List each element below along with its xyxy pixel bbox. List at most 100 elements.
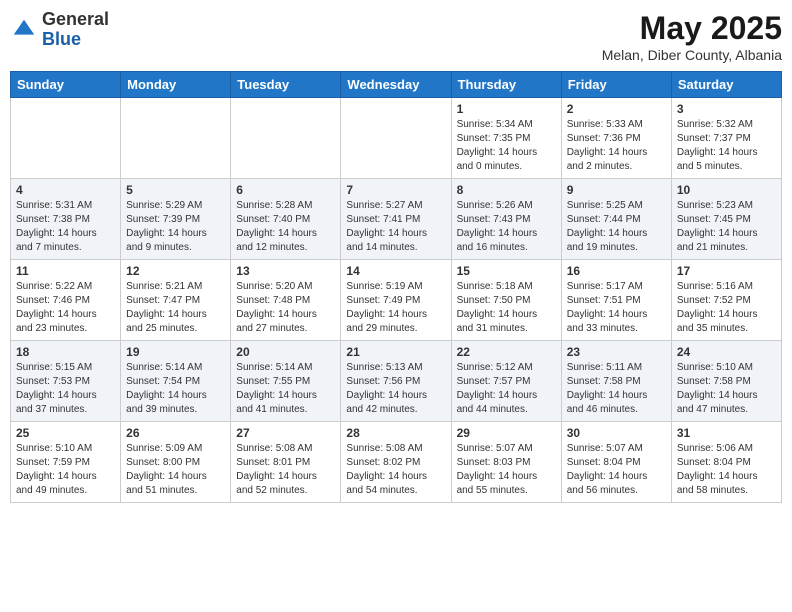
day-number: 18 [16,345,115,359]
day-info: Sunrise: 5:06 AM Sunset: 8:04 PM Dayligh… [677,442,776,498]
calendar-header-row: SundayMondayTuesdayWednesdayThursdayFrid… [11,72,782,98]
day-info: Sunrise: 5:13 AM Sunset: 7:56 PM Dayligh… [346,361,445,417]
logo-icon [10,16,38,44]
calendar-cell: 26 Sunrise: 5:09 AM Sunset: 8:00 PM Dayli… [121,422,231,503]
day-number: 17 [677,264,776,278]
day-info: Sunrise: 5:19 AM Sunset: 7:49 PM Dayligh… [346,280,445,336]
day-info: Sunrise: 5:08 AM Sunset: 8:01 PM Dayligh… [236,442,335,498]
location-subtitle: Melan, Diber County, Albania [602,47,782,63]
calendar-cell: 8Sunrise: 5:26 AM Sunset: 7:43 PM Daylig… [451,179,561,260]
day-number: 31 [677,426,776,440]
logo: General Blue [10,10,109,50]
title-block: May 2025 Melan, Diber County, Albania [602,10,782,63]
day-header-sunday: Sunday [11,72,121,98]
day-number: 26 [126,426,225,440]
calendar-cell [11,98,121,179]
calendar-cell: 17 Sunrise: 5:16 AM Sunset: 7:52 PM Dayli… [671,260,781,341]
day-number: 20 [236,345,335,359]
day-number: 6 [236,183,335,197]
calendar-week-5: 25 Sunrise: 5:10 AM Sunset: 7:59 PM Dayli… [11,422,782,503]
day-number: 15 [457,264,556,278]
day-number: 2 [567,102,666,116]
day-info: Sunrise: 5:08 AM Sunset: 8:02 PM Dayligh… [346,442,445,498]
calendar-cell: 10 Sunrise: 5:23 AM Sunset: 7:45 PM Dayli… [671,179,781,260]
day-info: Sunrise: 5:31 AM Sunset: 7:38 PM Dayligh… [16,199,115,255]
day-info: Sunrise: 5:07 AM Sunset: 8:04 PM Dayligh… [567,442,666,498]
calendar-week-2: 4 Sunrise: 5:31 AM Sunset: 7:38 PM Daylig… [11,179,782,260]
day-number: 9 [567,183,666,197]
logo-text: General Blue [42,10,109,50]
day-number: 5 [126,183,225,197]
day-number: 3 [677,102,776,116]
calendar-cell: 15 Sunrise: 5:18 AM Sunset: 7:50 PM Dayli… [451,260,561,341]
day-number: 24 [677,345,776,359]
day-info: Sunrise: 5:16 AM Sunset: 7:52 PM Dayligh… [677,280,776,336]
day-number: 12 [126,264,225,278]
day-info: Sunrise: 5:18 AM Sunset: 7:50 PM Dayligh… [457,280,556,336]
day-header-saturday: Saturday [671,72,781,98]
calendar-cell: 12Sunrise: 5:21 AM Sunset: 7:47 PM Dayli… [121,260,231,341]
calendar-cell: 13Sunrise: 5:20 AM Sunset: 7:48 PM Dayli… [231,260,341,341]
calendar-cell: 2 Sunrise: 5:33 AM Sunset: 7:36 PM Daylig… [561,98,671,179]
day-number: 25 [16,426,115,440]
calendar-cell: 30Sunrise: 5:07 AM Sunset: 8:04 PM Dayli… [561,422,671,503]
calendar-week-1: 1Sunrise: 5:34 AM Sunset: 7:35 PM Daylig… [11,98,782,179]
calendar-cell: 19 Sunrise: 5:14 AM Sunset: 7:54 PM Dayli… [121,341,231,422]
calendar-cell: 7Sunrise: 5:27 AM Sunset: 7:41 PM Daylig… [341,179,451,260]
calendar-table: SundayMondayTuesdayWednesdayThursdayFrid… [10,71,782,503]
day-info: Sunrise: 5:15 AM Sunset: 7:53 PM Dayligh… [16,361,115,417]
day-number: 4 [16,183,115,197]
calendar-cell: 16Sunrise: 5:17 AM Sunset: 7:51 PM Dayli… [561,260,671,341]
day-info: Sunrise: 5:14 AM Sunset: 7:55 PM Dayligh… [236,361,335,417]
calendar-cell: 5 Sunrise: 5:29 AM Sunset: 7:39 PM Daylig… [121,179,231,260]
day-info: Sunrise: 5:14 AM Sunset: 7:54 PM Dayligh… [126,361,225,417]
day-number: 14 [346,264,445,278]
day-info: Sunrise: 5:09 AM Sunset: 8:00 PM Dayligh… [126,442,225,498]
day-info: Sunrise: 5:25 AM Sunset: 7:44 PM Dayligh… [567,199,666,255]
day-info: Sunrise: 5:28 AM Sunset: 7:40 PM Dayligh… [236,199,335,255]
calendar-cell: 3 Sunrise: 5:32 AM Sunset: 7:37 PM Daylig… [671,98,781,179]
calendar-cell: 27 Sunrise: 5:08 AM Sunset: 8:01 PM Dayli… [231,422,341,503]
calendar-cell: 11 Sunrise: 5:22 AM Sunset: 7:46 PM Dayli… [11,260,121,341]
day-number: 10 [677,183,776,197]
day-info: Sunrise: 5:26 AM Sunset: 7:43 PM Dayligh… [457,199,556,255]
calendar-cell: 1Sunrise: 5:34 AM Sunset: 7:35 PM Daylig… [451,98,561,179]
day-number: 27 [236,426,335,440]
day-number: 16 [567,264,666,278]
calendar-cell: 22Sunrise: 5:12 AM Sunset: 7:57 PM Dayli… [451,341,561,422]
day-info: Sunrise: 5:33 AM Sunset: 7:36 PM Dayligh… [567,118,666,174]
day-header-monday: Monday [121,72,231,98]
day-info: Sunrise: 5:10 AM Sunset: 7:59 PM Dayligh… [16,442,115,498]
day-number: 11 [16,264,115,278]
day-number: 7 [346,183,445,197]
calendar-cell: 4 Sunrise: 5:31 AM Sunset: 7:38 PM Daylig… [11,179,121,260]
calendar-cell: 18 Sunrise: 5:15 AM Sunset: 7:53 PM Dayli… [11,341,121,422]
day-header-thursday: Thursday [451,72,561,98]
day-info: Sunrise: 5:29 AM Sunset: 7:39 PM Dayligh… [126,199,225,255]
calendar-cell: 28 Sunrise: 5:08 AM Sunset: 8:02 PM Dayli… [341,422,451,503]
day-number: 19 [126,345,225,359]
day-info: Sunrise: 5:32 AM Sunset: 7:37 PM Dayligh… [677,118,776,174]
calendar-cell: 25 Sunrise: 5:10 AM Sunset: 7:59 PM Dayli… [11,422,121,503]
day-info: Sunrise: 5:23 AM Sunset: 7:45 PM Dayligh… [677,199,776,255]
day-number: 22 [457,345,556,359]
day-number: 21 [346,345,445,359]
page-header: General Blue May 2025 Melan, Diber Count… [10,10,782,63]
calendar-cell: 9 Sunrise: 5:25 AM Sunset: 7:44 PM Daylig… [561,179,671,260]
day-number: 1 [457,102,556,116]
calendar-cell [231,98,341,179]
day-number: 28 [346,426,445,440]
day-number: 13 [236,264,335,278]
day-number: 23 [567,345,666,359]
day-number: 29 [457,426,556,440]
calendar-cell: 6 Sunrise: 5:28 AM Sunset: 7:40 PM Daylig… [231,179,341,260]
calendar-cell: 24Sunrise: 5:10 AM Sunset: 7:58 PM Dayli… [671,341,781,422]
calendar-cell: 21 Sunrise: 5:13 AM Sunset: 7:56 PM Dayli… [341,341,451,422]
calendar-cell: 29Sunrise: 5:07 AM Sunset: 8:03 PM Dayli… [451,422,561,503]
day-info: Sunrise: 5:22 AM Sunset: 7:46 PM Dayligh… [16,280,115,336]
calendar-cell: 14 Sunrise: 5:19 AM Sunset: 7:49 PM Dayli… [341,260,451,341]
calendar-cell: 23Sunrise: 5:11 AM Sunset: 7:58 PM Dayli… [561,341,671,422]
calendar-cell: 20 Sunrise: 5:14 AM Sunset: 7:55 PM Dayli… [231,341,341,422]
logo-blue: Blue [42,29,81,49]
logo-general: General [42,9,109,29]
